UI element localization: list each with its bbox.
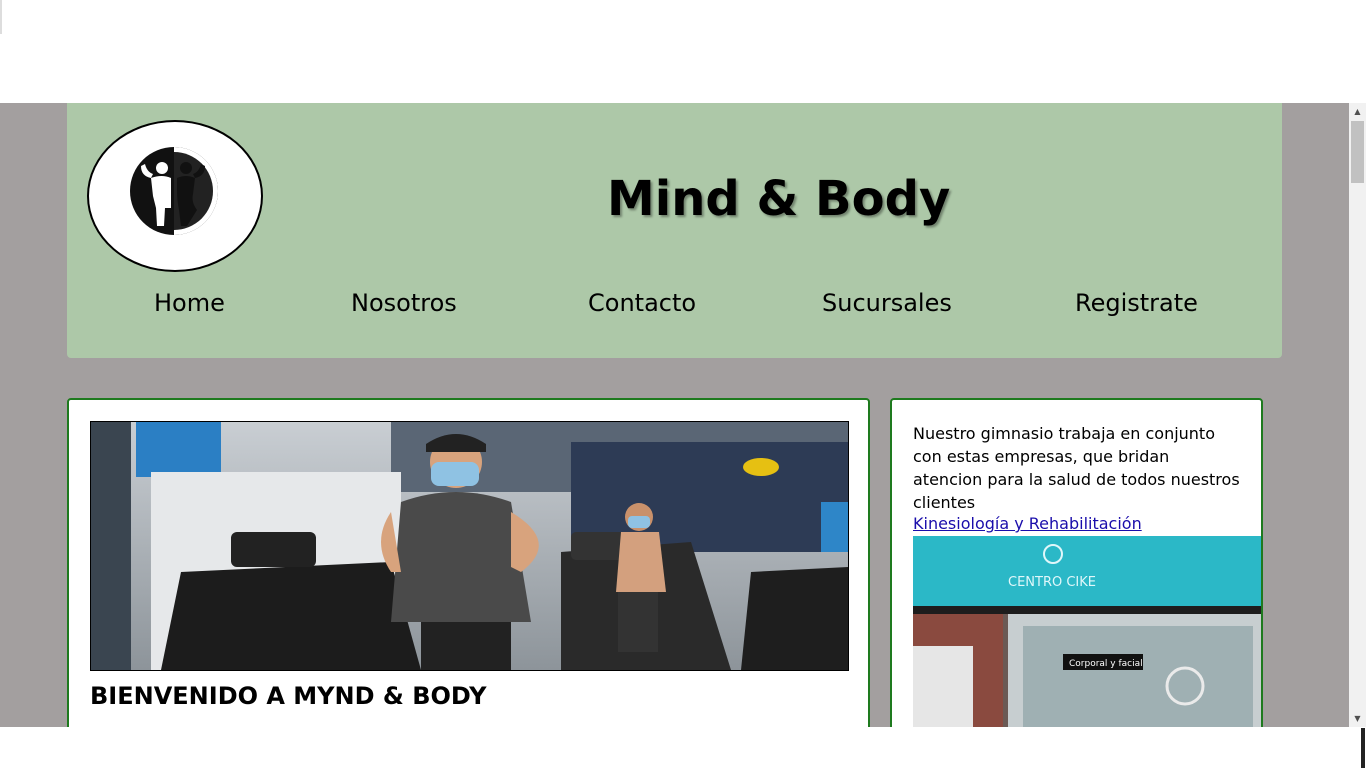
window-edge bbox=[0, 0, 2, 34]
kinesiologia-link[interactable]: Kinesiología y Rehabilitación bbox=[913, 514, 1142, 533]
hero-image bbox=[90, 421, 849, 671]
nav-item-sucursales[interactable]: Sucursales bbox=[822, 289, 952, 317]
centro-cike-photo: CENTRO CIKE Corporal y facial bbox=[913, 536, 1261, 727]
gym-logo[interactable] bbox=[87, 120, 263, 272]
partners-intro: Nuestro gimnasio trabaja en conjunto con… bbox=[913, 424, 1240, 512]
welcome-card: BIENVENIDO A MYND & BODY bbox=[67, 398, 870, 727]
clinic-storefront-image: CENTRO CIKE Corporal y facial bbox=[913, 536, 1261, 727]
nav-item-registrate[interactable]: Registrate bbox=[1075, 289, 1198, 317]
nav-item-nosotros[interactable]: Nosotros bbox=[351, 289, 457, 317]
nav-item-home[interactable]: Home bbox=[154, 289, 225, 317]
partners-card: Nuestro gimnasio trabaja en conjunto con… bbox=[890, 398, 1263, 727]
site-header: Mind & Body Home Nosotros Contacto Sucur… bbox=[67, 103, 1282, 358]
gym-treadmill-photo bbox=[91, 422, 848, 670]
welcome-heading: BIENVENIDO A MYND & BODY bbox=[90, 682, 487, 710]
browser-bottom-area bbox=[0, 727, 1366, 768]
window-edge-marker bbox=[1361, 728, 1365, 768]
page-viewport: Mind & Body Home Nosotros Contacto Sucur… bbox=[0, 103, 1349, 727]
corporal-facial-sign: Corporal y facial bbox=[1069, 659, 1143, 669]
nav-item-contacto[interactable]: Contacto bbox=[588, 289, 696, 317]
site-title: Mind & Body bbox=[607, 171, 951, 227]
scroll-up-arrow-icon[interactable]: ▲ bbox=[1349, 103, 1366, 120]
main-nav: Home Nosotros Contacto Sucursales Regist… bbox=[67, 289, 1282, 329]
scroll-thumb[interactable] bbox=[1351, 121, 1364, 183]
scroll-down-arrow-icon[interactable]: ▼ bbox=[1349, 710, 1366, 727]
centro-cike-sign: CENTRO CIKE bbox=[1008, 575, 1096, 590]
browser-top-area bbox=[0, 0, 1366, 103]
vertical-scrollbar[interactable]: ▲ ▼ bbox=[1349, 103, 1366, 727]
fitness-couple-icon bbox=[130, 147, 218, 235]
